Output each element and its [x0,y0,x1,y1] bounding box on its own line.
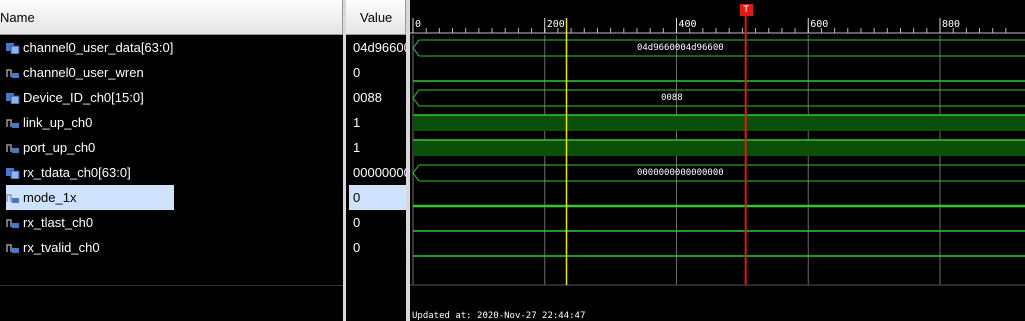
bit-icon [6,117,20,129]
bus-icon [6,92,20,104]
bit-icon [6,67,20,79]
signal-name-cell[interactable]: channel0_user_data[63:0] [6,35,174,60]
signal-name: rx_tdata_ch0[63:0] [23,165,131,180]
signal-name: mode_1x [23,190,77,205]
bus-icon [6,42,20,54]
signal-row-rx_tdata_ch0[interactable]: rx_tdata_ch0[63:0] [0,160,343,185]
signal-name-cell[interactable]: rx_tdata_ch0[63:0] [6,160,174,185]
signal-value: 0088 [353,90,382,105]
signal-name: port_up_ch0 [23,140,96,155]
signal-name: channel0_user_data[63:0] [23,40,174,55]
signal-value: 0 [353,215,361,230]
name-header-label: Name [0,9,35,25]
signal-name-cell[interactable]: mode_1x [6,185,174,210]
bus-icon [6,167,20,179]
bit-icon [6,242,20,254]
signal-row-channel0_user_data[interactable]: channel0_user_data[63:0] [0,35,343,60]
tick-label: 800 [942,19,961,30]
signal-name-cell[interactable]: rx_tvalid_ch0 [6,235,174,260]
signal-name: link_up_ch0 [23,115,93,130]
bit-icon [6,192,20,204]
update-timestamp: Updated at: 2020-Nov-27 22:44:47 [412,311,586,321]
signal-row-channel0_user_wren[interactable]: channel0_user_wren [0,60,343,85]
bit-high-fill [413,115,1025,131]
signal-row-device_id_ch0[interactable]: Device_ID_ch0[15:0] [0,85,343,110]
signal-value: 0 [349,185,406,210]
tick-label: 400 [678,19,697,30]
signal-name-cell[interactable]: Device_ID_ch0[15:0] [6,85,174,110]
signal-row-rx_tvalid_ch0[interactable]: rx_tvalid_ch0 [0,235,343,260]
name-value-divider[interactable] [343,0,346,321]
tick-label: 200 [546,19,565,30]
bus-value-label: 0088 [660,93,683,103]
signal-value: 04d96600 [353,40,406,55]
bit-icon [6,142,20,154]
signal-value: 1 [353,115,361,130]
bus-value-label: 04d9660004d96600 [636,43,724,53]
signal-name-cell[interactable]: rx_tlast_ch0 [6,210,174,235]
signal-row-link_up_ch0[interactable]: link_up_ch0 [0,110,343,135]
signal-value: 0 [353,240,361,255]
signal-row-rx_tlast_ch0[interactable]: rx_tlast_ch0 [0,210,343,235]
list-end-line [0,285,343,286]
signal-name-cell[interactable]: link_up_ch0 [6,110,174,135]
signal-name: rx_tlast_ch0 [23,215,94,230]
signal-value: 00000000 [353,165,406,180]
name-column-header[interactable]: Name [0,0,343,35]
signal-value: 0 [353,65,361,80]
signal-row-mode_1x[interactable]: mode_1x [0,185,343,210]
signal-name: channel0_user_wren [23,65,144,80]
bit-icon [6,217,20,229]
cursor-marker[interactable]: T [739,4,753,16]
signal-name-cell[interactable]: channel0_user_wren [6,60,174,85]
signal-value: 1 [353,140,361,155]
value-column-header[interactable]: Value [346,0,406,35]
bit-high-fill [413,140,1025,156]
signal-row-port_up_ch0[interactable]: port_up_ch0 [0,135,343,160]
value-header-label: Value [360,9,393,25]
signal-name: rx_tvalid_ch0 [23,240,100,255]
signal-name-cell[interactable]: port_up_ch0 [6,135,174,160]
tick-label: 0 [415,19,422,30]
signal-name: Device_ID_ch0[15:0] [23,90,144,105]
tick-label: 600 [810,19,829,30]
bus-value-label: 0000000000000000 [636,168,724,178]
bus-wave [412,89,1025,107]
